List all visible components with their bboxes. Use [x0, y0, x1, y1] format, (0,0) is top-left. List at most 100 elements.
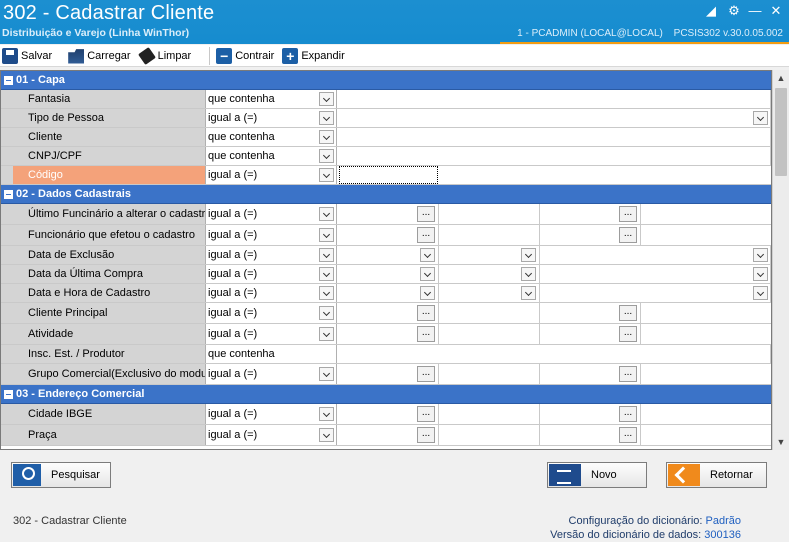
chevron-down-icon[interactable]	[753, 286, 768, 300]
value-input[interactable]	[338, 90, 771, 108]
ellipsis-button[interactable]: ...	[619, 206, 637, 222]
operator-select[interactable]: igual a (=)	[206, 265, 337, 283]
operator-select[interactable]: igual a (=)	[206, 166, 337, 184]
row-gutter	[1, 404, 13, 424]
chevron-down-icon[interactable]	[521, 248, 536, 262]
operator-select[interactable]: igual a (=)	[206, 225, 337, 245]
collapse-toggle-icon[interactable]	[4, 190, 13, 199]
scroll-thumb[interactable]	[775, 88, 787, 176]
value-input[interactable]	[338, 345, 771, 363]
minimize-icon[interactable]: —	[746, 3, 764, 19]
value-input[interactable]	[338, 128, 771, 146]
load-button[interactable]: Carregar	[66, 46, 136, 66]
operator-select[interactable]: igual a (=)	[206, 109, 337, 127]
ellipsis-button[interactable]: ...	[417, 326, 435, 342]
chevron-down-icon[interactable]	[420, 267, 435, 281]
chevron-down-icon[interactable]	[319, 267, 334, 281]
filter-label: Funcionário que efetou o cadastro	[13, 225, 206, 245]
ellipsis-button[interactable]: ...	[417, 227, 435, 243]
operator-select[interactable]: que contenha	[206, 90, 337, 108]
restore-icon[interactable]: ◢	[702, 3, 720, 19]
chevron-down-icon[interactable]	[753, 267, 768, 281]
ellipsis-button[interactable]: ...	[619, 366, 637, 382]
operator-select[interactable]: igual a (=)	[206, 364, 337, 384]
ellipsis-button[interactable]: ...	[619, 305, 637, 321]
expand-button[interactable]: + Expandir	[280, 46, 350, 66]
chevron-down-icon[interactable]	[521, 286, 536, 300]
ellipsis-button[interactable]: ...	[417, 206, 435, 222]
chevron-down-icon[interactable]	[319, 130, 334, 144]
operator-select[interactable]: igual a (=)	[206, 284, 337, 302]
operator-select[interactable]: que contenha	[206, 147, 337, 165]
row-gutter	[1, 90, 13, 108]
value-input-focused[interactable]	[339, 166, 438, 184]
search-button[interactable]: Pesquisar	[11, 462, 111, 488]
chevron-down-icon[interactable]	[319, 248, 334, 262]
chevron-down-icon[interactable]	[319, 168, 334, 182]
operator-value: igual a (=)	[208, 229, 258, 241]
operator-select[interactable]: igual a (=)	[206, 246, 337, 264]
date-extra-select[interactable]	[540, 265, 771, 283]
chevron-down-icon[interactable]	[319, 306, 334, 320]
collapse-toggle-icon[interactable]	[4, 390, 13, 399]
filter-grid: 01 - Capa Fantasia que contenha Tipo de …	[0, 70, 772, 450]
chevron-down-icon[interactable]	[319, 428, 334, 442]
new-button[interactable]: Novo	[547, 462, 647, 488]
back-button[interactable]: Retornar	[666, 462, 767, 488]
collapse-toggle-icon[interactable]	[4, 76, 13, 85]
ellipsis-button[interactable]: ...	[619, 427, 637, 443]
value-from-desc	[439, 204, 540, 224]
chevron-down-icon[interactable]	[319, 111, 334, 125]
folder-icon	[68, 49, 85, 64]
title-bar: 302 - Cadastrar Cliente Distribuição e V…	[0, 0, 789, 44]
filter-label: Tipo de Pessoa	[13, 109, 206, 127]
operator-select[interactable]: igual a (=)	[206, 204, 337, 224]
chevron-down-icon[interactable]	[319, 228, 334, 242]
operator-select[interactable]: igual a (=)	[206, 404, 337, 424]
chevron-down-icon[interactable]	[319, 327, 334, 341]
chevron-down-icon[interactable]	[319, 367, 334, 381]
close-icon[interactable]: ✕	[767, 3, 785, 19]
filter-row-data-exclusao: Data de Exclusão igual a (=)	[1, 246, 771, 265]
operator-select[interactable]: que contenha	[206, 128, 337, 146]
chevron-down-icon[interactable]	[521, 267, 536, 281]
operator-select[interactable]: que contenha	[206, 345, 337, 363]
ellipsis-button[interactable]: ...	[417, 305, 435, 321]
clear-button[interactable]: Limpar	[137, 46, 198, 66]
chevron-down-icon[interactable]	[420, 248, 435, 262]
section-endereco-comercial[interactable]: 03 - Endereço Comercial	[1, 385, 771, 404]
chevron-down-icon[interactable]	[319, 149, 334, 163]
chevron-down-icon[interactable]	[319, 286, 334, 300]
chevron-down-icon[interactable]	[319, 407, 334, 421]
chevron-down-icon[interactable]	[753, 111, 768, 125]
scroll-down-icon[interactable]: ▼	[773, 434, 789, 450]
date-extra-select[interactable]	[540, 284, 771, 302]
settings-icon[interactable]: ⚙	[725, 3, 743, 19]
ellipsis-button[interactable]: ...	[619, 326, 637, 342]
chevron-down-icon[interactable]	[319, 207, 334, 221]
window-title: 302 - Cadastrar Cliente	[3, 2, 215, 24]
ellipsis-button[interactable]: ...	[417, 366, 435, 382]
value-from-desc	[439, 303, 540, 323]
operator-select[interactable]: igual a (=)	[206, 425, 337, 445]
value-input[interactable]	[338, 147, 771, 165]
section-capa[interactable]: 01 - Capa	[1, 71, 771, 90]
operator-select[interactable]: igual a (=)	[206, 324, 337, 344]
chevron-down-icon[interactable]	[319, 92, 334, 106]
chevron-down-icon[interactable]	[753, 248, 768, 262]
scroll-up-icon[interactable]: ▲	[773, 70, 789, 86]
operator-select[interactable]: igual a (=)	[206, 303, 337, 323]
save-button[interactable]: Salvar	[0, 46, 58, 66]
value-select[interactable]	[338, 109, 771, 127]
ellipsis-button[interactable]: ...	[619, 406, 637, 422]
chevron-down-icon[interactable]	[420, 286, 435, 300]
date-extra-select[interactable]	[540, 246, 771, 264]
eraser-icon	[137, 46, 156, 65]
collapse-button[interactable]: − Contrair	[214, 46, 280, 66]
section-dados-cadastrais[interactable]: 02 - Dados Cadastrais	[1, 185, 771, 204]
operator-value: igual a (=)	[208, 249, 258, 261]
vertical-scrollbar[interactable]: ▲ ▼	[772, 70, 789, 450]
ellipsis-button[interactable]: ...	[417, 406, 435, 422]
ellipsis-button[interactable]: ...	[619, 227, 637, 243]
ellipsis-button[interactable]: ...	[417, 427, 435, 443]
